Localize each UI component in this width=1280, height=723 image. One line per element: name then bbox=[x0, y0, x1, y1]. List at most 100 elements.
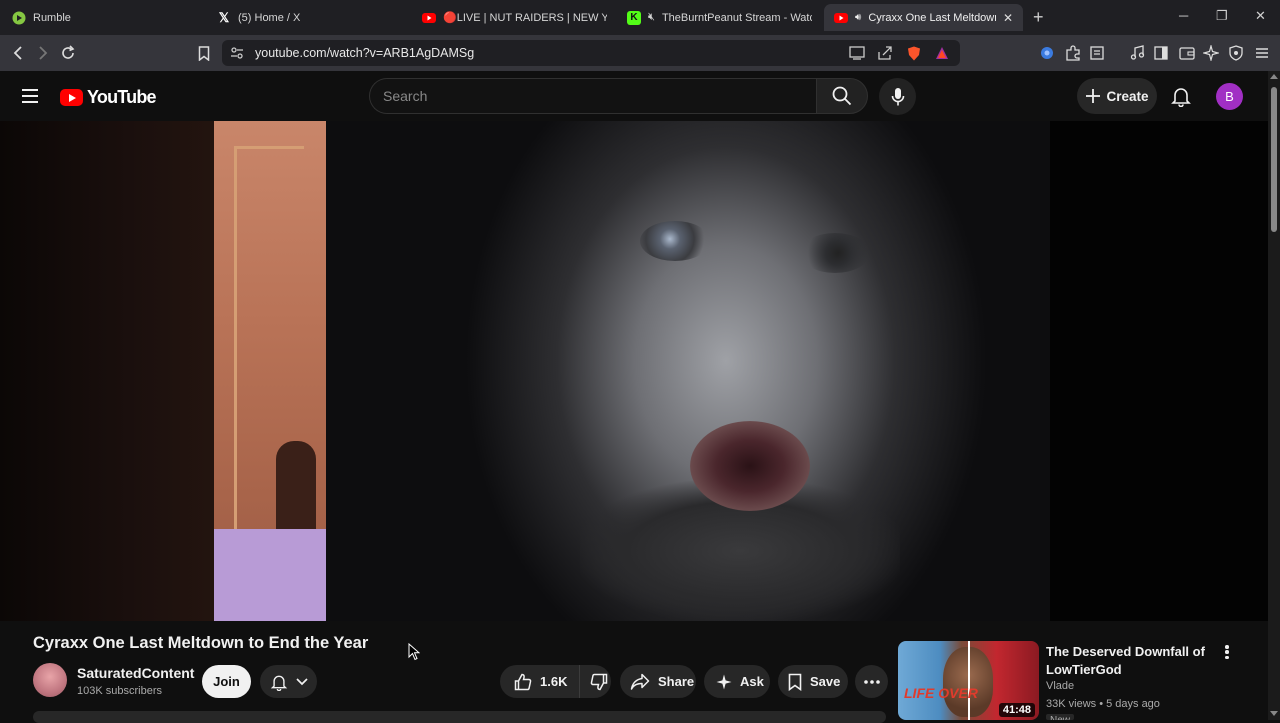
channel-name[interactable]: SaturatedContent bbox=[77, 665, 194, 681]
scroll-thumb[interactable] bbox=[1271, 87, 1277, 232]
bell-icon bbox=[270, 675, 287, 691]
media-control-icon[interactable] bbox=[1129, 45, 1145, 61]
video-player[interactable] bbox=[0, 121, 1268, 621]
tab-theburntpeanut[interactable]: K 🔇︎ TheBurntPeanut Stream - Watch l bbox=[617, 4, 822, 31]
video-title: Cyraxx One Last Meltdown to End the Year bbox=[33, 634, 369, 652]
subscriber-count: 103K subscribers bbox=[77, 685, 162, 697]
extensions-puzzle-icon[interactable] bbox=[1065, 45, 1081, 61]
scroll-down-arrow-icon[interactable] bbox=[1270, 711, 1278, 716]
rumble-icon bbox=[12, 11, 26, 25]
search-button[interactable] bbox=[816, 78, 868, 114]
recommended-video-meta: 33K views • 5 days ago bbox=[1046, 698, 1160, 710]
bookmark-icon[interactable] bbox=[194, 43, 214, 63]
address-bar[interactable]: youtube.com/watch?v=ARB1AgDAMSg bbox=[222, 40, 960, 66]
kick-icon: K bbox=[627, 10, 641, 25]
video-frame-right-panel bbox=[1050, 121, 1268, 621]
more-actions-button[interactable] bbox=[855, 665, 888, 698]
like-button[interactable]: 1.6K bbox=[500, 665, 581, 698]
url-text: youtube.com/watch?v=ARB1AgDAMSg bbox=[255, 46, 475, 60]
audio-playing-icon: 🔊︎ bbox=[855, 12, 862, 23]
thumbnail-text: LIFE OVER bbox=[904, 685, 978, 701]
browser-menu-icon[interactable] bbox=[1254, 45, 1270, 61]
search-icon bbox=[832, 86, 852, 106]
close-tab-icon[interactable]: ✕ bbox=[1003, 11, 1013, 25]
like-count: 1.6K bbox=[540, 674, 568, 689]
notifications-bell-icon[interactable] bbox=[1170, 85, 1192, 108]
restore-icon[interactable]: ❐ bbox=[1216, 8, 1228, 24]
brave-rewards-icon[interactable] bbox=[935, 46, 951, 60]
x-icon: 𝕏 bbox=[218, 9, 230, 25]
microphone-icon bbox=[891, 87, 904, 105]
tab-rumble[interactable]: Rumble bbox=[2, 4, 207, 31]
muted-icon: 🔇︎ bbox=[648, 11, 655, 23]
description-box[interactable] bbox=[33, 711, 886, 723]
like-dislike-bar: 1.6K bbox=[500, 665, 611, 698]
forward-icon[interactable] bbox=[33, 43, 53, 63]
subscription-notifications-button[interactable] bbox=[260, 665, 317, 698]
recommended-video-thumbnail[interactable]: LIFE OVER 41:48 bbox=[898, 641, 1039, 720]
search-input[interactable]: Search bbox=[369, 78, 816, 114]
recommended-video-title[interactable]: The Deserved Downfall of LowTierGod bbox=[1046, 643, 1216, 678]
tab-title: Cyraxx One Last Meltdown to bbox=[868, 11, 996, 24]
page-scrollbar[interactable] bbox=[1268, 71, 1280, 720]
more-vertical-icon[interactable] bbox=[1220, 643, 1234, 661]
tab-x-home[interactable]: 𝕏 (5) Home / X bbox=[207, 4, 412, 31]
channel-avatar[interactable] bbox=[33, 663, 67, 697]
youtube-logo[interactable]: YouTube bbox=[60, 87, 157, 108]
share-label: Share bbox=[658, 674, 695, 689]
share-button[interactable]: Share bbox=[620, 665, 696, 698]
reload-icon[interactable] bbox=[58, 43, 78, 63]
scroll-up-arrow-icon[interactable] bbox=[1270, 74, 1278, 79]
video-inset-feed bbox=[214, 121, 326, 621]
ask-label: Ask bbox=[740, 674, 764, 689]
voice-search-button[interactable] bbox=[879, 78, 916, 115]
video-duration: 41:48 bbox=[998, 703, 1035, 717]
minimize-icon[interactable]: ─ bbox=[1179, 8, 1188, 23]
tab-cyraxx[interactable]: 🔊︎ Cyraxx One Last Meltdown to ✕ bbox=[824, 4, 1023, 31]
dislike-button[interactable] bbox=[580, 673, 608, 691]
cast-icon[interactable] bbox=[849, 46, 865, 60]
chevron-down-icon bbox=[295, 677, 308, 685]
share-page-icon[interactable] bbox=[877, 46, 893, 60]
tab-title: Rumble bbox=[33, 11, 71, 24]
tab-nut-raiders[interactable]: 🔴LIVE | NUT RAIDERS | NEW YEAR I bbox=[412, 4, 617, 31]
account-avatar[interactable]: B bbox=[1216, 83, 1243, 110]
browser-toolbar: youtube.com/watch?v=ARB1AgDAMSg bbox=[0, 35, 1280, 71]
back-icon[interactable] bbox=[8, 43, 28, 63]
mouse-cursor-icon bbox=[408, 642, 421, 666]
join-button[interactable]: Join bbox=[202, 665, 251, 698]
new-badge: New bbox=[1046, 714, 1075, 720]
vpn-icon[interactable] bbox=[1228, 45, 1244, 61]
share-arrow-icon bbox=[630, 673, 650, 690]
thumbs-down-icon bbox=[591, 673, 608, 690]
sparkle-icon bbox=[716, 674, 732, 689]
close-window-icon[interactable]: ✕ bbox=[1255, 8, 1266, 24]
ask-button[interactable]: Ask bbox=[704, 665, 770, 698]
youtube-logo-text: YouTube bbox=[87, 87, 157, 107]
save-label: Save bbox=[810, 674, 841, 689]
leo-ai-icon[interactable] bbox=[1201, 43, 1221, 63]
create-label: Create bbox=[1106, 88, 1149, 104]
reader-mode-icon[interactable] bbox=[1089, 45, 1105, 61]
save-bookmark-icon bbox=[788, 673, 802, 691]
more-horizontal-icon bbox=[863, 679, 880, 684]
youtube-masthead: YouTube Search Create B bbox=[0, 71, 1268, 121]
extension-icon[interactable] bbox=[1039, 45, 1055, 61]
search-placeholder: Search bbox=[383, 88, 428, 104]
guide-menu-icon[interactable] bbox=[22, 89, 38, 103]
tab-title: TheBurntPeanut Stream - Watch l bbox=[661, 11, 812, 24]
brave-shields-icon[interactable] bbox=[907, 46, 923, 61]
sidebar-icon[interactable] bbox=[1153, 45, 1169, 61]
create-button[interactable]: Create bbox=[1077, 78, 1157, 114]
tab-title: 🔴LIVE | NUT RAIDERS | NEW YEAR I bbox=[443, 12, 607, 24]
youtube-icon bbox=[422, 11, 436, 25]
save-button[interactable]: Save bbox=[778, 665, 848, 698]
video-frame-left-panel bbox=[0, 121, 214, 621]
wallet-icon[interactable] bbox=[1179, 45, 1195, 61]
recommended-video-channel[interactable]: Vlade bbox=[1046, 680, 1074, 692]
browser-tab-strip: Rumble 𝕏 (5) Home / X 🔴LIVE | NUT RAIDER… bbox=[0, 0, 1280, 35]
new-tab-button[interactable]: + bbox=[1033, 7, 1044, 28]
thumbs-up-icon bbox=[514, 673, 532, 690]
tab-title: (5) Home / X bbox=[238, 11, 301, 24]
site-settings-icon[interactable] bbox=[230, 46, 244, 63]
